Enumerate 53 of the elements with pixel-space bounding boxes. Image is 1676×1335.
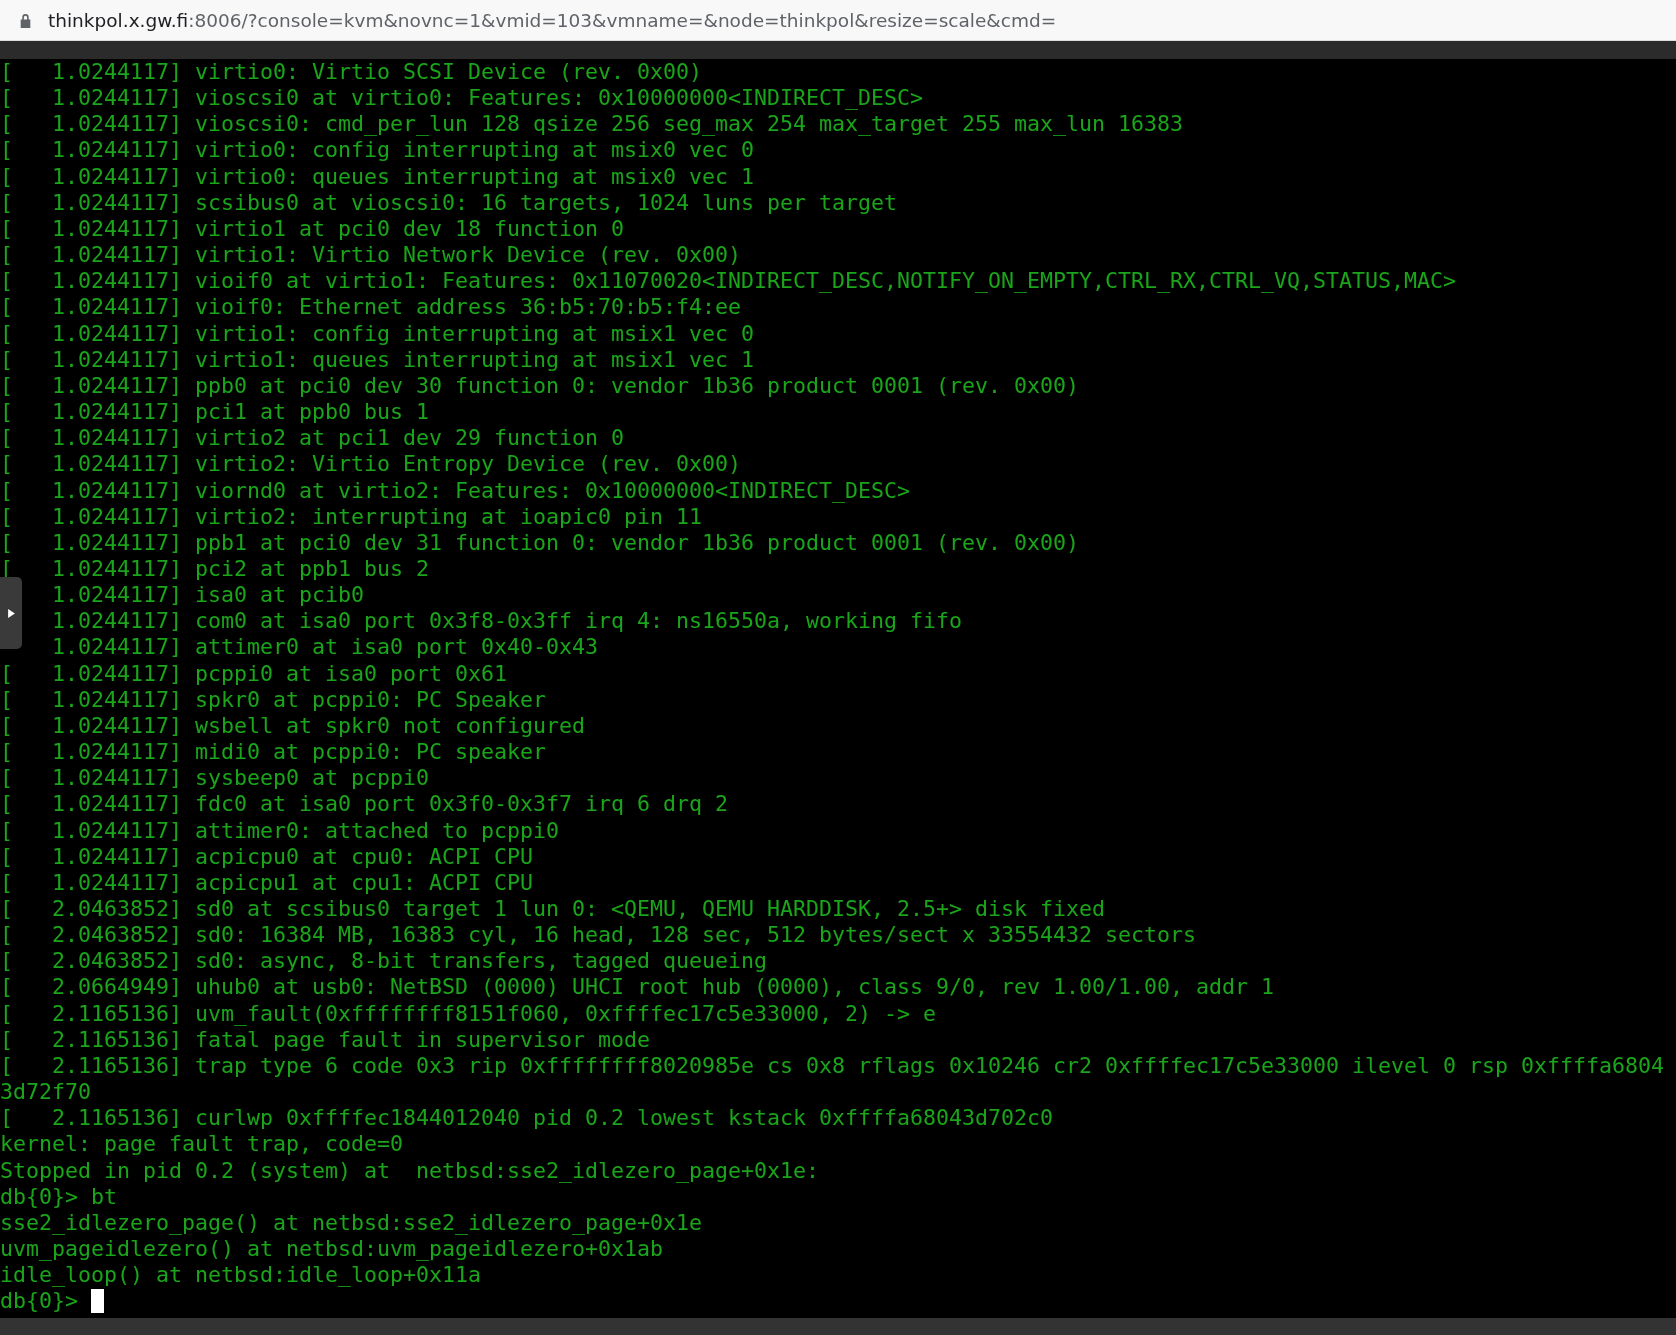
sidebar-toggle-button[interactable] <box>0 577 22 649</box>
console-line: [ 1.0244117] virtio0: config interrupting at msix0 vec 0 <box>0 137 755 164</box>
console-line: [ 1.0244117] virtio2 at pci1 dev 29 function 0 <box>0 425 625 452</box>
address-bar[interactable]: thinkpol.x.gw.fi:8006/?console=kvm&novnc=1&vmid=103&vmname=&node=thinkpol&resize=scale&cmd= <box>0 0 1676 41</box>
console-line: [ 1.0244117] acpicpu1 at cpu1: ACPI CPU <box>0 869 534 896</box>
caret-icon <box>7 608 15 618</box>
console-line: [ 2.0463852] sd0: async, 8-bit transfers, tagged queueing <box>0 948 768 975</box>
console-line: [ 1.0244117] virtio0: queues interrupting at msix0 vec 1 <box>0 163 755 190</box>
console-line: [ 1.0244117] virtio1: Virtio Network Device (rev. 0x00) <box>0 242 742 269</box>
console-line: db{0}> bt <box>0 1183 117 1210</box>
console-line: [ 1.0244117] viornd0 at virtio2: Features: 0x10000000<INDIRECT_DESC> <box>0 477 911 504</box>
console-line: [ 2.0463852] sd0: 16384 MB, 16383 cyl, 16 head, 128 sec, 512 bytes/sect x 33554432 sectors <box>0 922 1197 949</box>
console-line: [ 1.0244117] attimer0: attached to pcppi0 <box>0 817 560 844</box>
console-line: [ 1.0244117] spkr0 at pcppi0: PC Speaker <box>0 686 547 713</box>
console-line: [ 1.0244117] wsbell at spkr0 not configured <box>0 712 586 740</box>
console-line: [ 2.1165136] fatal page fault in supervisor mode <box>0 1026 651 1053</box>
console-line: uvm_pageidlezero() at netbsd:uvm_pageidlezero+0x1ab <box>0 1236 664 1263</box>
lock-icon <box>19 12 32 28</box>
console-line: 1.0244117] com0 at isa0 port 0x3f8-0x3ff irq 4: ns16550a, working fifo <box>52 608 963 635</box>
console-line: [ 1.0244117] vioif0 at virtio1: Features: 0x11070020<INDIRECT_DESC,NOTIFY_ON_EMPTY,CTRL_RX,CTRL_VQ,STATUS,MAC> <box>0 268 1457 295</box>
console-line: [ 1.0244117] pcppi0 at isa0 port 0x61 <box>0 660 508 687</box>
console-line: [ 1.0244117] vioscsi0 at virtio0: Features: 0x10000000<INDIRECT_DESC> <box>0 85 924 112</box>
console-line: [ 1.0244117] vioscsi0: cmd_per_lun 128 qsize 256 seg_max 254 max_target 255 max_lun 16383 <box>0 111 1184 138</box>
console-line: Stopped in pid 0.2 (system) at netbsd:sse2_idlezero_page+0x1e: <box>0 1157 820 1184</box>
console-line: [ 2.1165136] uvm_fault(0xffffffff8151f060, 0xffffec17c5e33000, 2) -> e <box>0 1000 937 1027</box>
console-line: [ 1.0244117] virtio2: Virtio Entropy Device (rev. 0x00) <box>0 451 742 478</box>
console-line: [ 1.0244117] sysbeep0 at pcppi0 <box>0 765 430 792</box>
console-line: [ 1.0244117] virtio0: Virtio SCSI Device (rev. 0x00) <box>0 59 703 86</box>
console-line: [ 1.0244117] ppb0 at pci0 dev 30 function 0: vendor 1b36 product 0001 (rev. 0x00) <box>0 372 1080 400</box>
console-line: [ 1.0244117] virtio1: queues interrupting at msix1 vec 1 <box>0 346 755 373</box>
url-path: :8006/?console=kvm&novnc=1&vmid=103&vmname=&node=thinkpol&resize=scale&cmd= <box>188 9 1057 31</box>
console-line: sse2_idlezero_page() at netbsd:sse2_idlezero_page+0x1e <box>0 1209 703 1237</box>
console-line: [ 2.1165136] curlwp 0xffffec1844012040 pid 0.2 lowest kstack 0xffffa68043d702c0 <box>0 1105 1054 1132</box>
console-line: [ 1.0244117] scsibus0 at vioscsi0: 16 targets, 1024 luns per target <box>0 189 898 216</box>
url-host: thinkpol.x.gw.fi <box>48 9 189 31</box>
console-line: [ 1.0244117] virtio1 at pci0 dev 18 function 0 <box>0 215 625 243</box>
console-line: 3d72f70 <box>0 1079 91 1106</box>
console-line: 1.0244117] attimer0 at isa0 port 0x40-0x43 <box>52 634 599 661</box>
console-prompt: db{0}> <box>0 1288 79 1315</box>
console-line: kernel: page fault trap, code=0 <box>0 1131 404 1158</box>
console-line: [ 1.0244117] acpicpu0 at cpu0: ACPI CPU <box>0 843 534 870</box>
console-line: [ 1.0244117] midi0 at pcppi0: PC speaker <box>0 739 547 766</box>
console-line: [ 1.0244117] vioif0: Ethernet address 36:b5:70:b5:f4:ee <box>0 294 742 321</box>
console-line: [ 2.0664949] uhub0 at usb0: NetBSD (0000) UHCI root hub (0000), class 9/0, rev 1.00/1.00, addr 1 <box>0 974 1275 1001</box>
console-line: [ 1.0244117] virtio2: interrupting at ioapic0 pin 11 <box>0 503 703 530</box>
console-line: [ 2.1165136] trap type 6 code 0x3 rip 0xffffffff8020985e cs 0x8 rflags 0x10246 cr2 0xffffec17c5e33000 ilevel 0 rsp 0xffffa6804 <box>0 1052 1665 1080</box>
console-line: [ 1.0244117] pci1 at ppb0 bus 1 <box>0 399 430 426</box>
console-line: [ 1.0244117] fdc0 at isa0 port 0x3f0-0x3f7 irq 6 drq 2 <box>0 791 729 818</box>
console-line: idle_loop() at netbsd:idle_loop+0x11a <box>0 1262 482 1289</box>
console-line: 1.0244117] isa0 at pcib0 <box>52 582 365 609</box>
console-line: [ 1.0244117] virtio1: config interrupting at msix1 vec 0 <box>0 320 755 347</box>
console-line: [ 2.0463852] sd0 at scsibus0 target 1 lun 0: <QEMU, QEMU HARDDISK, 2.5+> disk fixed <box>0 896 1106 923</box>
console-line: [ 1.0244117] ppb1 at pci0 dev 31 function 0: vendor 1b36 product 0001 (rev. 0x00) <box>0 529 1080 556</box>
